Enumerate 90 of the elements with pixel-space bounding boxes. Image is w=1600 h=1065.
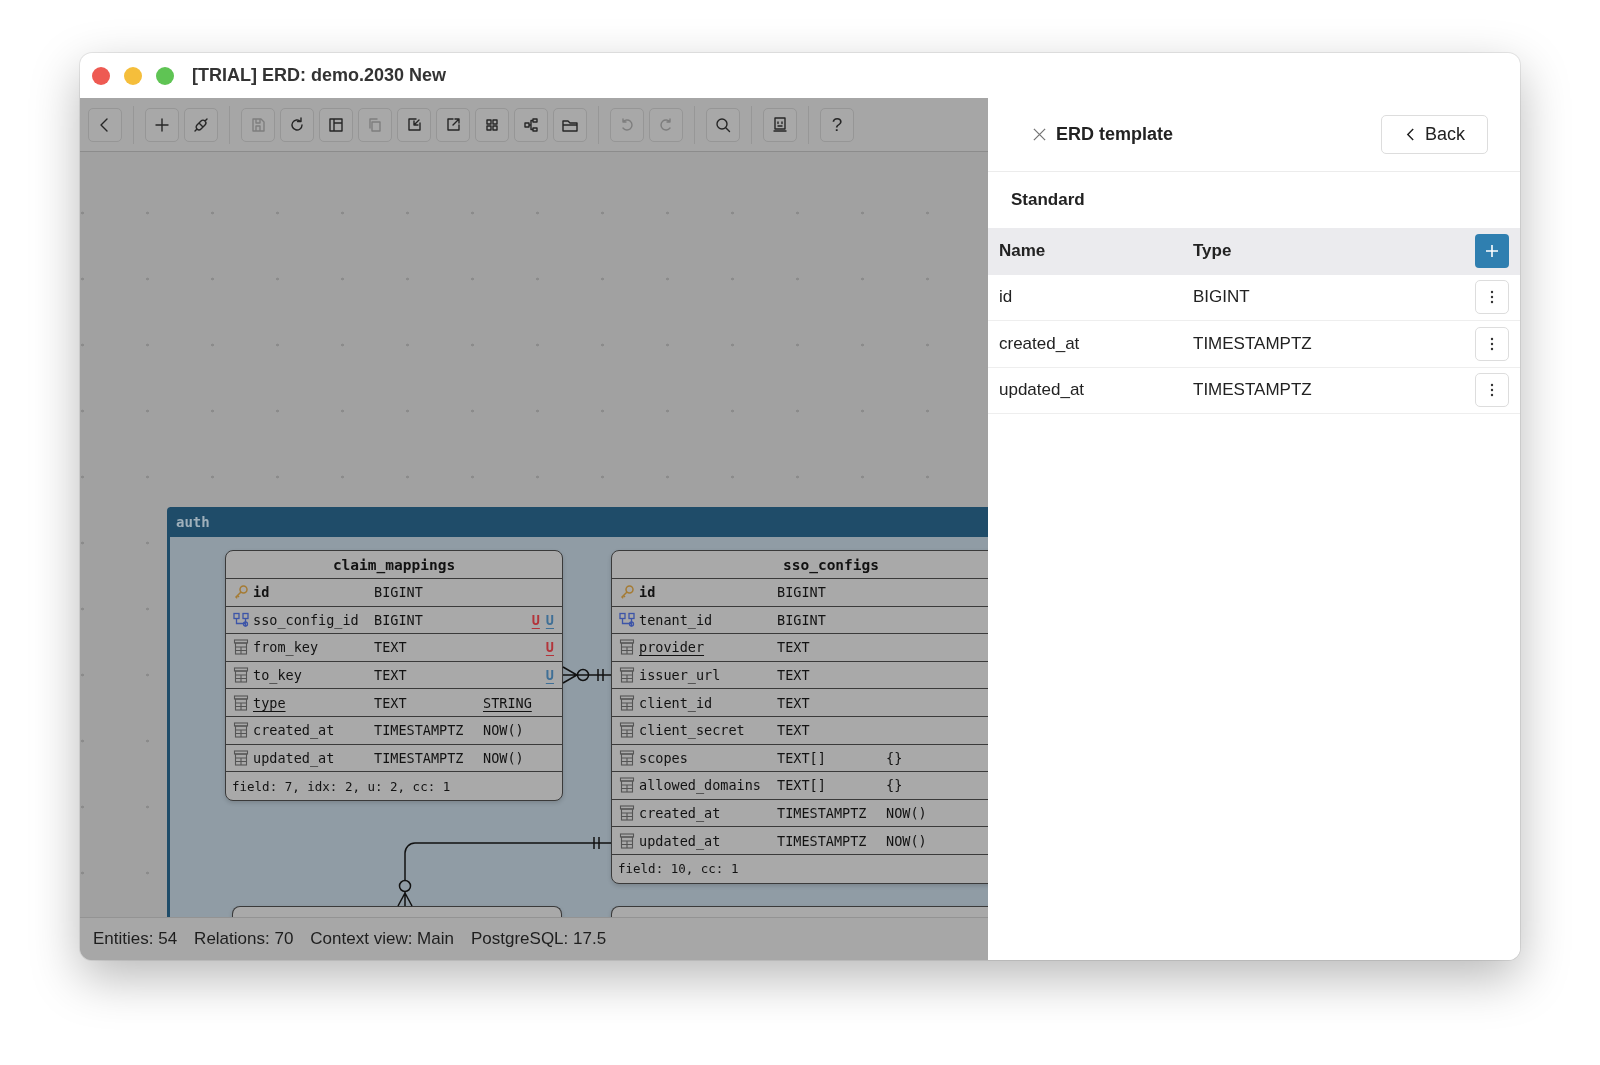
column-name: updated_at xyxy=(253,749,336,766)
column-type: TEXT xyxy=(374,694,408,711)
unique-marker: U xyxy=(545,611,554,628)
column-header: Type xyxy=(1193,241,1233,262)
column-name: issuer_url xyxy=(639,667,722,684)
column-name: updated_at xyxy=(639,832,722,849)
entity-name: claim_mappings xyxy=(331,555,457,576)
column-name: created_at xyxy=(639,805,722,822)
column-header: Name xyxy=(999,241,1047,262)
section-title: Standard xyxy=(1010,189,1086,211)
table-cell-text: id xyxy=(999,287,1014,308)
toolbar-button[interactable] xyxy=(319,107,353,142)
column-default: {} xyxy=(886,749,904,766)
column-name: provider xyxy=(639,639,706,656)
close-window-button[interactable] xyxy=(92,66,110,85)
column-name: id xyxy=(253,584,271,601)
more-icon xyxy=(1490,383,1494,398)
column-name: scopes xyxy=(639,749,689,766)
window-title: [TRIAL] ERD: demo.2030 New xyxy=(192,65,447,86)
column-default: NOW() xyxy=(483,722,525,739)
column-type: TIMESTAMPTZ xyxy=(777,832,868,849)
column-name: client_id xyxy=(639,694,714,711)
toolbar-button[interactable] xyxy=(184,107,218,142)
close-icon[interactable] xyxy=(1032,127,1047,142)
entity-name: sso_configs xyxy=(782,555,880,576)
table-cell-text: created_at xyxy=(999,333,1081,354)
panel-title: ERD template xyxy=(1056,124,1174,145)
toolbar-button[interactable] xyxy=(145,107,179,142)
column-type: TEXT xyxy=(374,667,408,684)
column-name: type xyxy=(253,694,287,711)
toolbar-button[interactable] xyxy=(763,107,797,142)
monitor-icon xyxy=(770,114,790,135)
column-default: NOW() xyxy=(886,805,928,822)
back-button[interactable]: Back xyxy=(1380,115,1488,154)
column-type: TEXT[] xyxy=(777,749,827,766)
help-button[interactable]: ? xyxy=(820,107,854,142)
toolbar-button[interactable] xyxy=(553,107,587,142)
column-name: tenant_id xyxy=(639,611,714,628)
entity-table[interactable]: claim_mappings id BIGINT sso_config_id BIGINT U U from_key TEXT U to_key TEXT U type TEXT STRING created_at TIMESTAMPTZ NOW() updated_at TIMESTAMPTZ NOW() field: 7, idx: 2, u: 2, cc: 1 xyxy=(225,550,563,802)
table-cell-text: TIMESTAMPTZ xyxy=(1193,333,1313,354)
column-name: from_key xyxy=(253,639,320,656)
chevron-left-icon xyxy=(1405,127,1415,142)
column-name: id xyxy=(639,584,657,601)
unique-marker: U xyxy=(531,611,540,628)
column-type: BIGINT xyxy=(777,611,827,628)
column-type: TIMESTAMPTZ xyxy=(777,805,868,822)
column-default: NOW() xyxy=(886,832,928,849)
status-text: Context view: Main xyxy=(310,929,454,949)
status-text: PostgreSQL: 17.5 xyxy=(470,929,607,949)
column-type: BIGINT xyxy=(374,584,424,601)
column-type: TEXT xyxy=(777,639,811,656)
toolbar-button[interactable] xyxy=(397,107,431,142)
table-cell-text: BIGINT xyxy=(1193,287,1251,308)
entity-summary: field: 7, idx: 2, u: 2, cc: 1 xyxy=(226,771,562,801)
column-default: NOW() xyxy=(483,749,525,766)
toolbar-button[interactable] xyxy=(514,107,548,142)
toolbar-button[interactable] xyxy=(706,107,740,142)
status-text: Entities: 54 xyxy=(93,929,178,949)
column-type: BIGINT xyxy=(777,584,827,601)
unique-marker: U xyxy=(545,639,554,656)
column-default: STRING xyxy=(483,694,533,711)
column-type: TIMESTAMPTZ xyxy=(374,722,465,739)
table-cell-text: updated_at xyxy=(999,380,1086,401)
more-icon xyxy=(1490,290,1494,305)
column-default: {} xyxy=(886,777,904,794)
column-type: BIGINT xyxy=(374,611,424,628)
toolbar-button[interactable] xyxy=(475,107,509,142)
plus-icon xyxy=(1484,243,1500,260)
column-type: TEXT xyxy=(777,694,811,711)
column-name: sso_config_id xyxy=(253,611,360,628)
group-name: auth xyxy=(176,514,210,530)
column-type: TEXT[] xyxy=(777,777,827,794)
add-button[interactable] xyxy=(1475,234,1509,269)
relation-line xyxy=(562,666,612,684)
toolbar-button[interactable] xyxy=(280,107,314,142)
status-text: Relations: 70 xyxy=(194,929,294,949)
table-cell-text: TIMESTAMPTZ xyxy=(1193,380,1313,401)
column-name: allowed_domains xyxy=(639,777,762,794)
column-type: TEXT xyxy=(374,639,408,656)
unique-marker: U xyxy=(545,667,554,684)
column-name: created_at xyxy=(253,722,336,739)
column-name: client_secret xyxy=(639,722,746,739)
column-name: to_key xyxy=(253,667,303,684)
column-type: TIMESTAMPTZ xyxy=(374,749,465,766)
entity-table[interactable] xyxy=(611,550,988,884)
more-icon xyxy=(1490,336,1494,351)
zoom-window-button[interactable] xyxy=(156,66,174,85)
column-type: TEXT xyxy=(777,722,811,739)
toolbar-button[interactable] xyxy=(436,107,470,142)
column-type: TEXT xyxy=(777,667,811,684)
